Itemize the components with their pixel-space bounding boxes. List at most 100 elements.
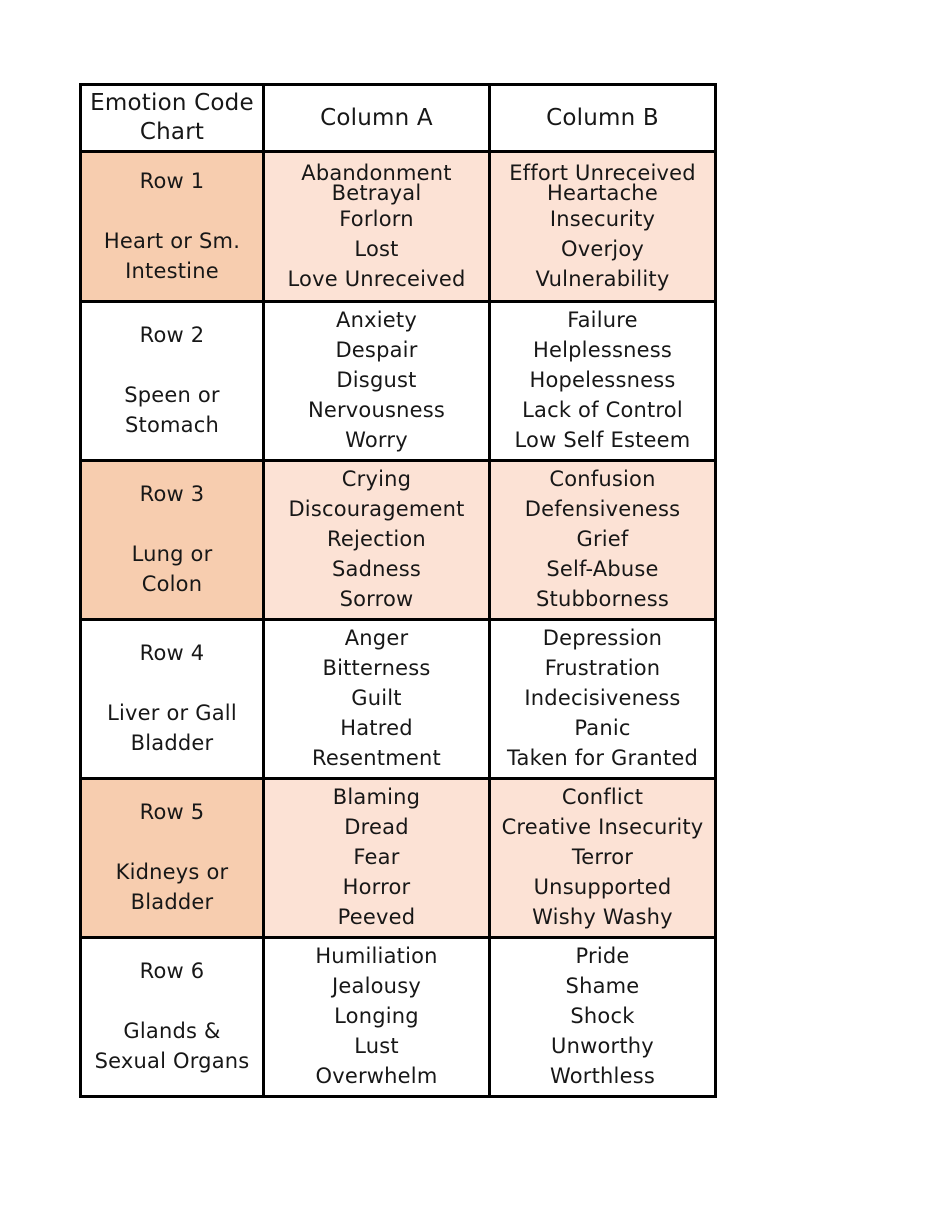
emotion-item: Sorrow <box>339 587 414 611</box>
emotion-list: Blaming Dread Fear Horror Peeved <box>265 780 488 936</box>
emotion-item: Bitterness <box>322 656 431 680</box>
emotion-item: Panic <box>574 716 631 740</box>
row-label-cell: Row 5 Kidneys or Bladder <box>79 777 265 939</box>
header-cell-column-b: Column B <box>488 83 717 153</box>
page: Emotion Code Chart Column A Column B Row 1 He… <box>0 0 950 1230</box>
emotion-item: Hatred <box>340 716 413 740</box>
emotion-list: Failure Helplessness Hopelessness Lack of C… <box>491 303 714 459</box>
row-number-label: Row 1 <box>139 168 205 193</box>
emotion-item: Wishy Washy <box>532 905 673 929</box>
emotion-item: Rejection <box>327 527 426 551</box>
emotion-item: Unworthy <box>551 1034 654 1058</box>
organ-label-line-1: Kidneys or <box>115 860 229 884</box>
emotion-item: Forlorn <box>339 206 414 231</box>
emotion-item: Betrayal <box>331 180 422 205</box>
emotion-list: Humiliation Jealousy Longing Lust Overwhelm <box>265 939 488 1095</box>
table-row: Row 6 Glands & Sexual Organs Humiliation Jea… <box>79 936 717 1098</box>
header-cell-column-b-label: Column B <box>546 104 659 131</box>
emotion-list: Effort Unreceived Heartache Insecurity Over… <box>491 156 714 298</box>
emotion-item: Fear <box>353 845 400 869</box>
emotion-list: Anger Bitterness Guilt Hatred Resentment <box>265 621 488 777</box>
emotion-item: Nervousness <box>307 398 446 422</box>
chart-title-line-2: Chart <box>139 119 205 145</box>
emotion-item: Indecisiveness <box>524 686 681 710</box>
emotion-item: Creative Insecurity <box>501 815 704 839</box>
emotion-chart-table: Emotion Code Chart Column A Column B Row 1 He… <box>79 83 717 1098</box>
row-label-spacer <box>85 986 259 1016</box>
header-cell-column-a-label: Column A <box>320 104 433 131</box>
row-label-spacer <box>85 350 259 380</box>
emotion-item: Humiliation <box>315 944 438 968</box>
emotion-item: Resentment <box>312 746 441 770</box>
emotion-cell-column-b: Failure Helplessness Hopelessness Lack of C… <box>488 300 717 462</box>
emotion-item: Discouragement <box>288 497 465 521</box>
table-header-row: Emotion Code Chart Column A Column B <box>79 83 717 153</box>
emotion-item: Unsupported <box>533 875 672 899</box>
row-label-inner: Row 6 Glands & Sexual Organs <box>82 952 262 1082</box>
row-number-label: Row 4 <box>139 641 205 665</box>
emotion-item: Longing <box>334 1004 419 1028</box>
row-label-inner: Row 5 Kidneys or Bladder <box>82 793 262 923</box>
emotion-item: Overwhelm <box>315 1064 438 1088</box>
emotion-cell-column-a: Blaming Dread Fear Horror Peeved <box>262 777 491 939</box>
emotion-item: Horror <box>342 875 411 899</box>
table-row: Row 4 Liver or Gall Bladder Anger Bitterness… <box>79 618 717 780</box>
emotion-item: Confusion <box>549 467 656 491</box>
organ-label-line-1: Speen or <box>124 383 220 407</box>
row-label-spacer <box>85 196 259 226</box>
organ-label-line-2: Sexual Organs <box>94 1049 250 1073</box>
emotion-item: Anger <box>344 626 409 650</box>
row-number-label: Row 3 <box>139 482 205 506</box>
emotion-item: Shame <box>565 974 640 998</box>
emotion-item: Low Self Esteem <box>514 428 691 452</box>
chart-title: Emotion Code Chart <box>82 86 262 150</box>
row-label-spacer <box>85 668 259 698</box>
row-number-label: Row 2 <box>139 323 205 347</box>
table-row: Row 2 Speen or Stomach Anxiety Despair Disgus… <box>79 300 717 462</box>
header-cell-column-a: Column A <box>262 83 491 153</box>
emotion-cell-column-b: Confusion Defensiveness Grief Self-Abuse Stu… <box>488 459 717 621</box>
header-cell-corner: Emotion Code Chart <box>79 83 265 153</box>
emotion-item: Guilt <box>351 686 402 710</box>
emotion-item: Taken for Granted <box>506 746 699 770</box>
emotion-code-chart: Emotion Code Chart Column A Column B Row 1 He… <box>79 83 717 1098</box>
emotion-item: Disgust <box>336 368 417 392</box>
emotion-list: Anxiety Despair Disgust Nervousness Worry <box>265 303 488 459</box>
row-number-label: Row 5 <box>139 800 205 824</box>
emotion-item: Failure <box>567 308 638 332</box>
emotion-item: Love Unreceived <box>287 266 466 291</box>
table-row: Row 1 Heart or Sm. Intestine Abandonment Bet… <box>79 150 717 303</box>
row-number-label: Row 6 <box>139 959 205 983</box>
emotion-item: Helplessness <box>532 338 673 362</box>
row-label-inner: Row 2 Speen or Stomach <box>82 316 262 446</box>
emotion-item: Jealousy <box>332 974 421 998</box>
row-label-cell: Row 3 Lung or Colon <box>79 459 265 621</box>
emotion-item: Defensiveness <box>524 497 681 521</box>
emotion-item: Conflict <box>561 785 644 809</box>
organ-label-line-1: Liver or Gall <box>107 701 237 725</box>
emotion-cell-column-b: Pride Shame Shock Unworthy Worthless <box>488 936 717 1098</box>
row-label-cell: Row 2 Speen or Stomach <box>79 300 265 462</box>
row-label-inner: Row 1 Heart or Sm. Intestine <box>82 162 262 292</box>
emotion-cell-column-b: Depression Frustration Indecisiveness Panic… <box>488 618 717 780</box>
emotion-item: Lost <box>354 236 399 261</box>
emotion-cell-column-b: Effort Unreceived Heartache Insecurity Over… <box>488 150 717 303</box>
emotion-item: Lack of Control <box>522 398 683 422</box>
chart-title-line-1: Emotion Code <box>90 90 254 116</box>
emotion-item: Frustration <box>544 656 661 680</box>
organ-label-line-1: Glands & <box>123 1019 221 1043</box>
emotion-item: Grief <box>576 527 629 551</box>
emotion-list: Pride Shame Shock Unworthy Worthless <box>491 939 714 1095</box>
emotion-item: Peeved <box>337 905 416 929</box>
emotion-item: Overjoy <box>560 236 645 261</box>
organ-label-line-1: Lung or <box>131 542 213 566</box>
emotion-list: Confusion Defensiveness Grief Self-Abuse Stu… <box>491 462 714 618</box>
emotion-list: Abandonment Betrayal Forlorn Lost Love Unrec… <box>265 156 488 298</box>
organ-label-line-1: Heart or Sm. <box>103 228 241 253</box>
emotion-item: Terror <box>571 845 634 869</box>
emotion-item: Lust <box>354 1034 399 1058</box>
emotion-cell-column-a: Crying Discouragement Rejection Sadness Sorr… <box>262 459 491 621</box>
emotion-item: Insecurity <box>549 206 656 231</box>
emotion-item: Sadness <box>331 557 422 581</box>
emotion-item: Anxiety <box>336 308 417 332</box>
